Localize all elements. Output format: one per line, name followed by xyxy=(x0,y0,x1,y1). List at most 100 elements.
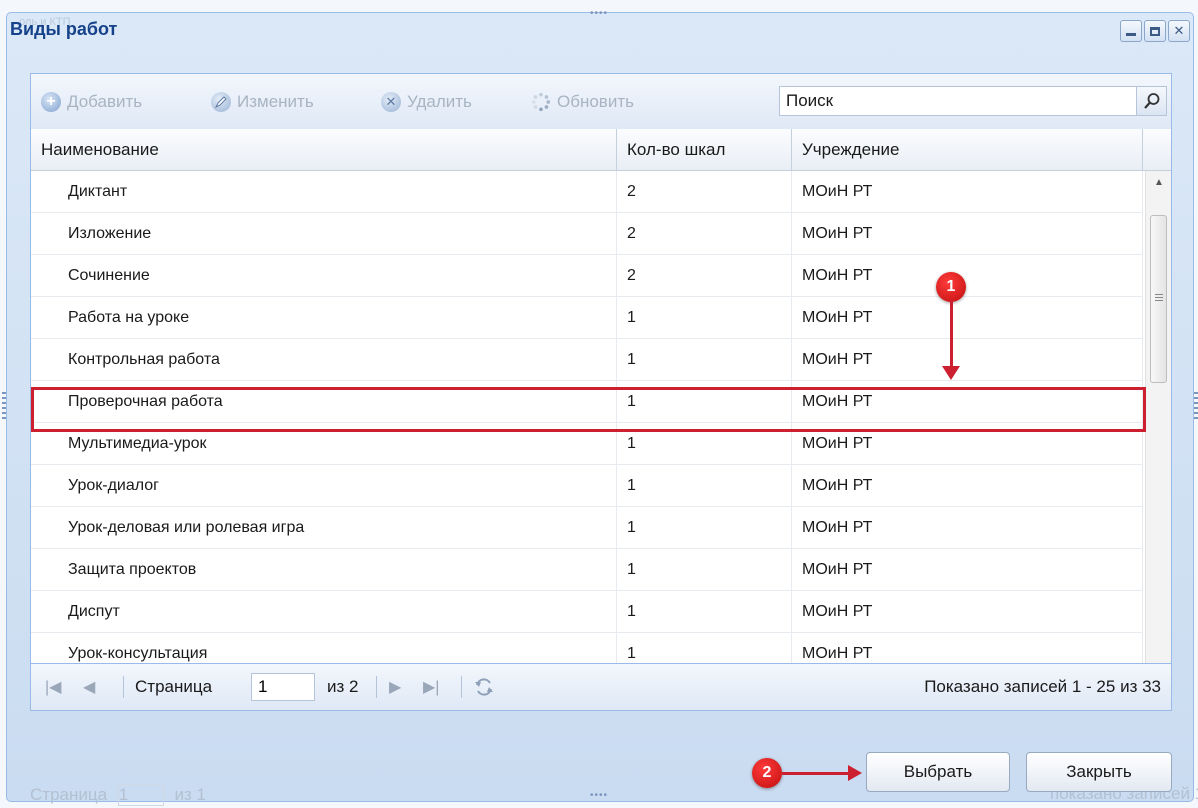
paging-toolbar: |◀ ◀ Страница из 2 ▶ ▶| Показано записей… xyxy=(31,663,1171,710)
cell-org: МОиН РТ xyxy=(792,255,1143,296)
maximize-icon[interactable] xyxy=(1144,20,1166,42)
annotation-badge-1: 1 xyxy=(936,272,966,302)
cell-count: 1 xyxy=(617,423,792,464)
delete-button[interactable]: ✕ Удалить xyxy=(381,89,472,115)
scroll-thumb[interactable] xyxy=(1150,215,1167,383)
cell-name: Урок-диалог xyxy=(31,465,617,506)
edit-icon xyxy=(211,92,231,112)
annotation-arrow-down xyxy=(950,300,953,368)
first-page-icon[interactable]: |◀ xyxy=(45,664,61,710)
table-row[interactable]: Мультимедиа-урок 1 МОиН РТ xyxy=(31,423,1143,465)
cell-count: 1 xyxy=(617,297,792,338)
grid-body: Диктант 2 МОиН РТ Изложение 2 МОиН РТ Сочинени… xyxy=(31,171,1143,707)
cell-count: 2 xyxy=(617,171,792,212)
cell-name: Диктант xyxy=(31,171,617,212)
column-header-org[interactable]: Учреждение xyxy=(792,129,1143,170)
table-row[interactable]: Сочинение 2 МОиН РТ xyxy=(31,255,1143,297)
edit-button[interactable]: Изменить xyxy=(211,89,314,115)
cell-name: Работа на уроке xyxy=(31,297,617,338)
cell-org: МОиН РТ xyxy=(792,171,1143,212)
cell-name: Урок-деловая или ролевая игра xyxy=(31,507,617,548)
edit-button-label: Изменить xyxy=(237,92,314,111)
vertical-scrollbar[interactable]: ▲ ▼ xyxy=(1145,171,1171,707)
ghost-page-value: 1 xyxy=(117,784,164,806)
add-button-label: Добавить xyxy=(67,92,143,111)
cell-name: Изложение xyxy=(31,213,617,254)
table-row[interactable]: Изложение 2 МОиН РТ xyxy=(31,213,1143,255)
cell-name: Диспут xyxy=(31,591,617,632)
cell-org: МОиН РТ xyxy=(792,507,1143,548)
table-row[interactable]: Проверочная работа 1 МОиН РТ xyxy=(31,381,1143,423)
ghost-page-label: Страница xyxy=(30,785,108,804)
cell-count: 1 xyxy=(617,507,792,548)
minimize-icon[interactable] xyxy=(1120,20,1142,42)
delete-icon: ✕ xyxy=(381,92,401,112)
annotation-badge-2: 2 xyxy=(752,758,782,788)
refresh-button[interactable]: Обновить xyxy=(531,89,634,115)
table-row[interactable]: Диспут 1 МОиН РТ xyxy=(31,591,1143,633)
table-row[interactable]: Урок-деловая или ролевая игра 1 МОиН РТ xyxy=(31,507,1143,549)
add-icon: + xyxy=(41,92,61,112)
search-field xyxy=(779,86,1167,116)
background-pager-ghost: Страница 1 из 1 xyxy=(30,784,206,806)
refresh-icon xyxy=(531,92,551,112)
cell-org: МОиН РТ xyxy=(792,549,1143,590)
ghost-of-label: из 1 xyxy=(174,785,206,804)
cell-name: Защита проектов xyxy=(31,549,617,590)
cell-count: 1 xyxy=(617,465,792,506)
cell-name: Проверочная работа xyxy=(31,381,617,422)
grid-panel: + Добавить Изменить ✕ Удалить Обновить П… xyxy=(30,73,1172,711)
resize-handle-left[interactable] xyxy=(2,392,6,422)
cell-count: 1 xyxy=(617,549,792,590)
search-icon[interactable] xyxy=(1136,87,1166,115)
prev-page-icon[interactable]: ◀ xyxy=(83,664,95,710)
cell-org: МОиН РТ xyxy=(792,213,1143,254)
cell-org: МОиН РТ xyxy=(792,297,1143,338)
dialog-title: Виды работ xyxy=(10,19,118,39)
cell-org: МОиН РТ xyxy=(792,423,1143,464)
cell-count: 1 xyxy=(617,381,792,422)
cell-org: МОиН РТ xyxy=(792,591,1143,632)
cell-name: Сочинение xyxy=(31,255,617,296)
resize-handle-bottom[interactable]: •••• xyxy=(590,790,608,801)
refresh-button-label: Обновить xyxy=(557,92,634,111)
table-row[interactable]: Урок-диалог 1 МОиН РТ xyxy=(31,465,1143,507)
cell-name: Мультимедиа-урок xyxy=(31,423,617,464)
close-button[interactable]: Закрыть xyxy=(1026,752,1172,792)
cell-name: Контрольная работа xyxy=(31,339,617,380)
cell-count: 1 xyxy=(617,339,792,380)
toolbar: + Добавить Изменить ✕ Удалить Обновить xyxy=(31,74,1171,130)
cell-org: МОиН РТ xyxy=(792,381,1143,422)
cell-org: МОиН РТ xyxy=(792,465,1143,506)
page-label: Страница xyxy=(135,677,213,696)
annotation-arrowhead-down xyxy=(942,366,960,380)
delete-button-label: Удалить xyxy=(407,92,472,111)
table-row[interactable]: Диктант 2 МОиН РТ xyxy=(31,171,1143,213)
scroll-up-icon[interactable]: ▲ xyxy=(1146,171,1172,193)
search-input[interactable] xyxy=(780,87,1142,115)
next-page-icon[interactable]: ▶ xyxy=(389,664,401,710)
resize-handle-right[interactable] xyxy=(1194,392,1198,422)
annotation-arrow-right xyxy=(782,772,850,775)
close-icon[interactable]: ✕ xyxy=(1168,20,1190,42)
select-button[interactable]: Выбрать xyxy=(866,752,1010,792)
column-header-count[interactable]: Кол-во шкал xyxy=(617,129,792,170)
reload-icon[interactable] xyxy=(473,664,495,710)
column-header-name[interactable]: Наименование xyxy=(31,129,617,170)
table-row[interactable]: Контрольная работа 1 МОиН РТ xyxy=(31,339,1143,381)
add-button[interactable]: + Добавить xyxy=(41,89,142,115)
records-summary: Показано записей 1 - 25 из 33 xyxy=(924,677,1161,696)
last-page-icon[interactable]: ▶| xyxy=(423,664,439,710)
table-row[interactable]: Работа на уроке 1 МОиН РТ xyxy=(31,297,1143,339)
window-controls: ✕ xyxy=(1120,20,1190,42)
cell-count: 1 xyxy=(617,591,792,632)
table-row[interactable]: Защита проектов 1 МОиН РТ xyxy=(31,549,1143,591)
grid-header: Наименование Кол-во шкал Учреждение xyxy=(31,129,1171,171)
cell-count: 2 xyxy=(617,213,792,254)
page-total-label: из 2 xyxy=(327,677,359,696)
cell-count: 2 xyxy=(617,255,792,296)
cell-org: МОиН РТ xyxy=(792,339,1143,380)
annotation-arrowhead-right xyxy=(848,765,862,781)
resize-handle-top[interactable]: •••• xyxy=(590,8,608,19)
page-number-input[interactable] xyxy=(251,673,315,701)
